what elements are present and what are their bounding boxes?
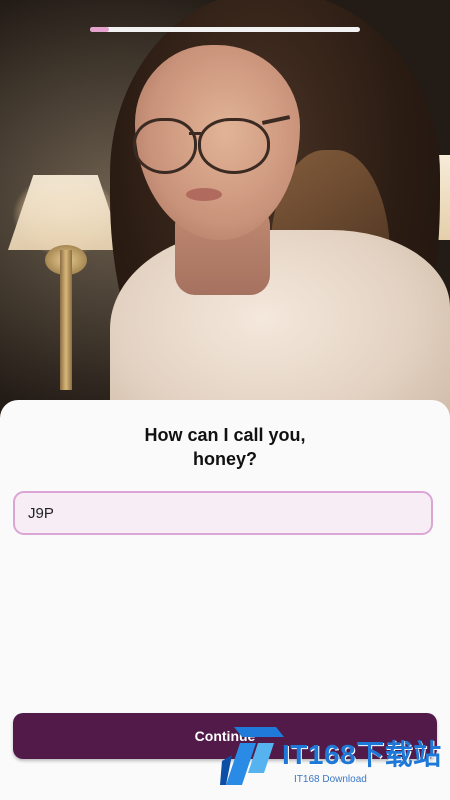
hero-photo xyxy=(0,0,450,430)
question-line-1: How can I call you, xyxy=(144,425,306,445)
question-line-2: honey? xyxy=(192,449,257,469)
glasses-left-lens xyxy=(133,118,197,174)
watermark: IT168下载站 IT168 Download xyxy=(220,715,445,795)
name-question: How can I call you, honey? xyxy=(60,423,390,471)
watermark-text: IT168下载站 xyxy=(282,739,442,770)
glasses-right-lens xyxy=(198,118,270,174)
lamp-left xyxy=(8,175,123,250)
watermark-subtext: IT168 Download xyxy=(294,774,367,785)
watermark-logo-icon xyxy=(220,727,284,785)
glasses-bridge xyxy=(189,132,201,135)
progress-fill xyxy=(90,27,109,32)
onboarding-progress-bar xyxy=(90,27,360,32)
name-input[interactable] xyxy=(13,491,433,535)
lips xyxy=(186,188,222,201)
lamp-left-stem xyxy=(60,250,72,390)
